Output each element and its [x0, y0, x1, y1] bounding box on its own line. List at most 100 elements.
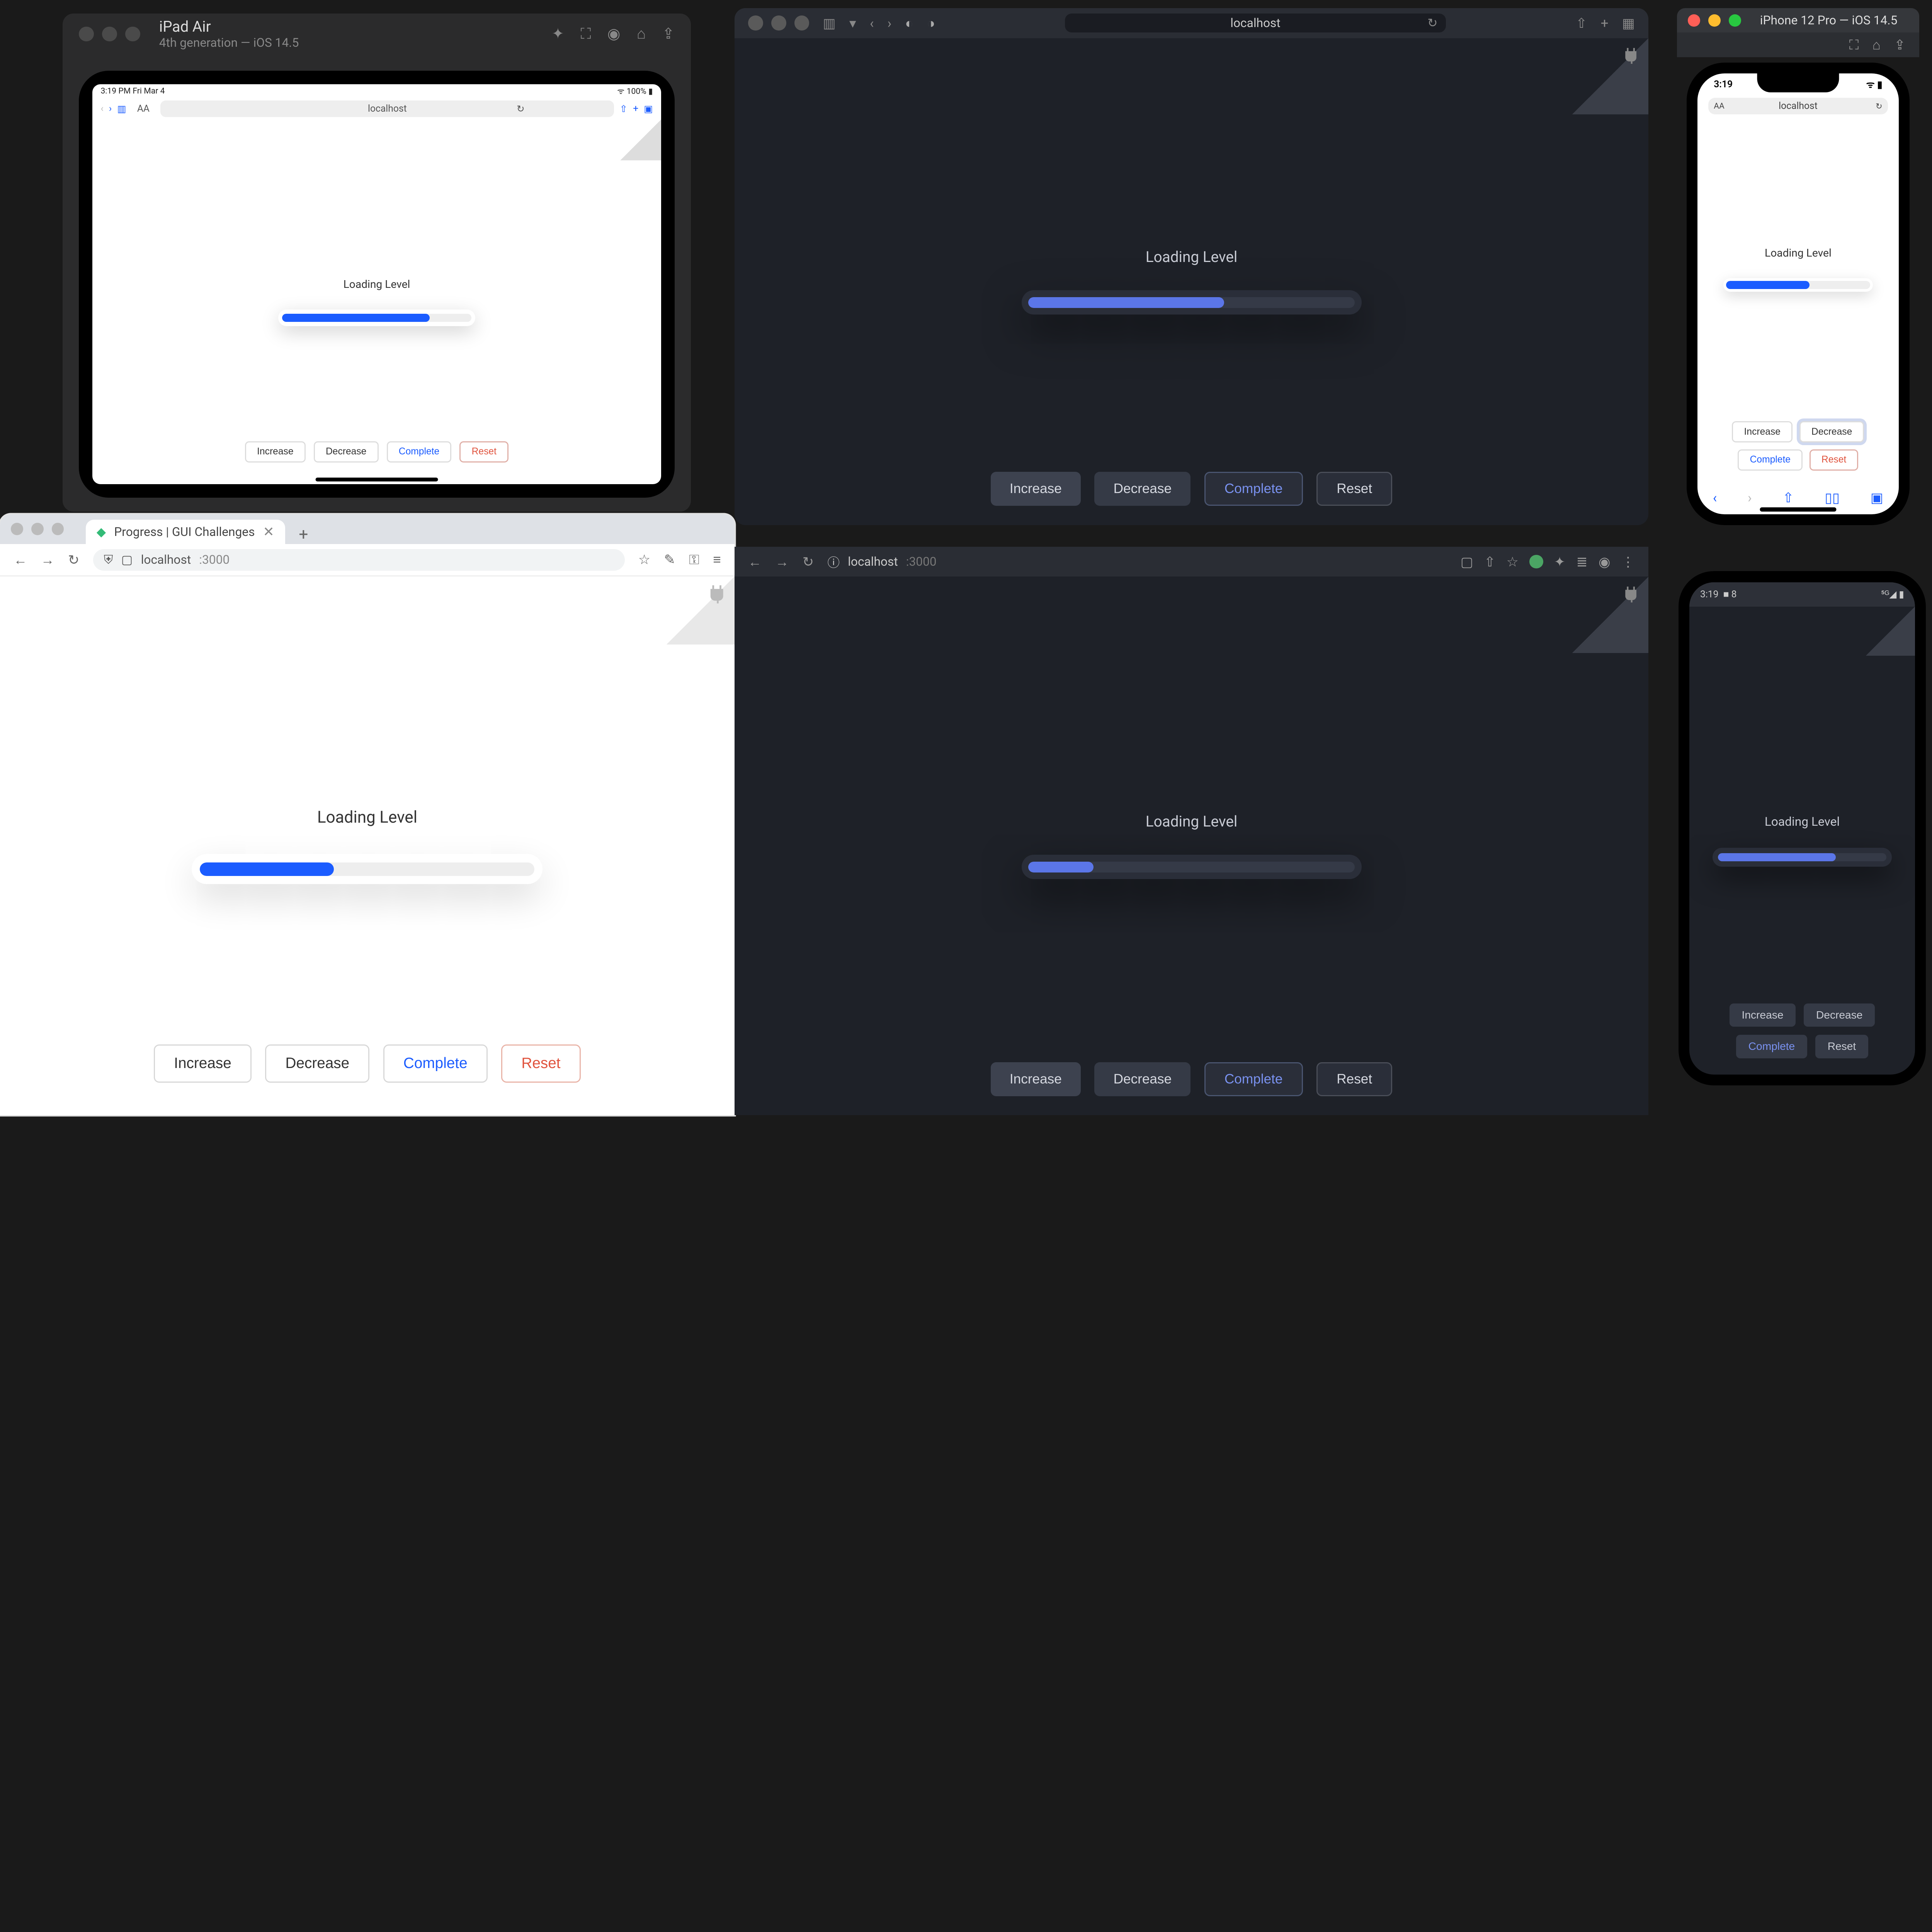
decrease-button[interactable]: Decrease [1804, 1003, 1875, 1027]
forward-icon[interactable]: › [109, 103, 112, 114]
key-icon[interactable]: ⚿ [689, 551, 699, 568]
increase-button[interactable]: Increase [154, 1044, 252, 1083]
decrease-button[interactable]: Decrease [314, 441, 379, 463]
eyedropper-icon[interactable]: ✎ [664, 551, 675, 568]
reset-button[interactable]: Reset [1316, 1062, 1392, 1096]
reset-button[interactable]: Reset [459, 441, 509, 463]
forward-icon[interactable]: › [1748, 490, 1752, 506]
close-icon[interactable] [11, 523, 23, 535]
decrease-button[interactable]: Decrease [1094, 1062, 1190, 1096]
dev-corner-fold[interactable] [620, 120, 661, 161]
share-icon[interactable]: ⇧ [620, 103, 628, 115]
iphone-url-field[interactable]: AA localhost ↻ [1708, 98, 1888, 114]
forward-icon[interactable]: › [888, 15, 892, 31]
share-icon[interactable]: ⇧ [1576, 15, 1587, 31]
tabs-icon[interactable]: ▦ [1622, 15, 1635, 31]
back-icon[interactable]: ‹ [100, 103, 103, 114]
minimize-icon[interactable] [771, 15, 786, 31]
zoom-icon[interactable] [794, 15, 810, 31]
reset-button[interactable]: Reset [1316, 472, 1392, 506]
share-icon[interactable]: ⇪ [1894, 37, 1905, 53]
text-size-icon[interactable]: AA [1714, 101, 1725, 111]
sidebar-icon[interactable]: ▥ [823, 15, 836, 31]
tabs-icon[interactable]: ▣ [1871, 490, 1883, 506]
complete-button[interactable]: Complete [1738, 449, 1803, 471]
close-icon[interactable] [1688, 14, 1700, 27]
new-tab-icon[interactable]: + [291, 525, 316, 544]
reset-button[interactable]: Reset [501, 1044, 581, 1083]
record-icon[interactable]: ◉ [607, 25, 621, 43]
traffic-lights[interactable] [1688, 14, 1741, 27]
url-input[interactable]: ⓘ localhost:3000 [827, 553, 1447, 571]
minimize-icon[interactable] [1708, 14, 1721, 27]
complete-button[interactable]: Complete [1204, 1062, 1303, 1096]
minimize-icon[interactable] [102, 27, 117, 42]
share-icon[interactable]: ⇧ [1782, 490, 1794, 506]
refresh-icon[interactable]: ↻ [1876, 101, 1883, 111]
increase-button[interactable]: Increase [1732, 421, 1793, 442]
appearance-icon[interactable]: ◑ [927, 15, 935, 31]
back-icon[interactable]: ‹ [870, 15, 874, 31]
back-icon[interactable]: ‹ [1713, 490, 1717, 506]
increase-button[interactable]: Increase [245, 441, 306, 463]
close-icon[interactable] [748, 15, 763, 31]
sidebar-icon[interactable]: ▥ [117, 103, 126, 115]
chevron-down-icon[interactable]: ▾ [849, 15, 856, 31]
menu-icon[interactable]: ⋮ [1621, 554, 1635, 570]
reset-button[interactable]: Reset [1810, 449, 1859, 471]
dev-corner-fold[interactable] [1572, 38, 1648, 114]
refresh-icon[interactable]: ↻ [803, 554, 814, 570]
complete-button[interactable]: Complete [387, 441, 452, 463]
tab-close-icon[interactable]: ✕ [263, 524, 274, 540]
zoom-icon[interactable] [1729, 14, 1741, 27]
page-info-icon[interactable]: ▢ [121, 553, 133, 567]
home-icon[interactable]: ⌂ [1872, 37, 1881, 53]
decrease-button[interactable]: Decrease [265, 1044, 369, 1083]
reading-list-icon[interactable]: ≣ [1576, 554, 1587, 570]
bookmark-star-icon[interactable]: ☆ [1507, 554, 1519, 570]
complete-button[interactable]: Complete [383, 1044, 488, 1083]
new-tab-icon[interactable]: + [633, 103, 638, 114]
back-icon[interactable]: ← [748, 554, 762, 570]
dev-corner-fold[interactable] [1572, 577, 1648, 653]
tabs-icon[interactable]: ▣ [644, 103, 653, 115]
decrease-button[interactable]: Decrease [1799, 421, 1864, 442]
close-icon[interactable] [79, 27, 94, 42]
forward-icon[interactable]: → [775, 554, 789, 570]
reset-button[interactable]: Reset [1815, 1035, 1868, 1058]
refresh-icon[interactable]: ↻ [68, 552, 79, 568]
bookmark-star-icon[interactable]: ☆ [638, 551, 651, 568]
refresh-icon[interactable]: ↻ [517, 103, 525, 115]
page-info-icon[interactable]: ⓘ [827, 553, 840, 571]
traffic-lights[interactable] [11, 523, 64, 535]
share-icon[interactable]: ⇧ [1484, 554, 1495, 570]
zoom-icon[interactable] [125, 27, 140, 42]
zoom-icon[interactable] [52, 523, 64, 535]
traffic-lights[interactable] [748, 15, 809, 31]
decrease-button[interactable]: Decrease [1094, 472, 1190, 506]
extensions-icon[interactable]: ✦ [1554, 554, 1565, 570]
url-input[interactable]: ⛨ ▢ localhost:3000 [93, 549, 625, 571]
extension-vis-icon[interactable] [1529, 555, 1543, 568]
minimize-icon[interactable] [31, 523, 44, 535]
screenshot-icon[interactable]: ⛶ [580, 25, 591, 43]
back-icon[interactable]: ← [14, 552, 27, 568]
bookmarks-icon[interactable]: ▯▯ [1825, 490, 1840, 506]
complete-button[interactable]: Complete [1736, 1035, 1807, 1058]
shield-icon[interactable]: ◐ [905, 15, 913, 31]
cast-icon[interactable]: ▢ [1461, 554, 1473, 570]
home-indicator[interactable] [1760, 507, 1836, 512]
dev-corner-fold[interactable] [1866, 607, 1915, 656]
increase-button[interactable]: Increase [991, 472, 1081, 506]
ipad-url-field[interactable]: localhost ↻ [160, 100, 614, 117]
text-size-icon[interactable]: AA [132, 103, 155, 114]
share-icon[interactable]: ⇪ [662, 25, 674, 43]
home-icon[interactable]: ⌂ [637, 25, 646, 43]
dev-corner-fold[interactable] [667, 577, 735, 645]
increase-button[interactable]: Increase [991, 1062, 1081, 1096]
browser-tab[interactable]: ◆ Progress | GUI Challenges ✕ [86, 520, 285, 544]
forward-icon[interactable]: → [41, 552, 54, 568]
refresh-icon[interactable]: ↻ [1427, 16, 1438, 30]
traffic-lights[interactable] [79, 27, 140, 42]
home-indicator[interactable] [316, 478, 438, 482]
